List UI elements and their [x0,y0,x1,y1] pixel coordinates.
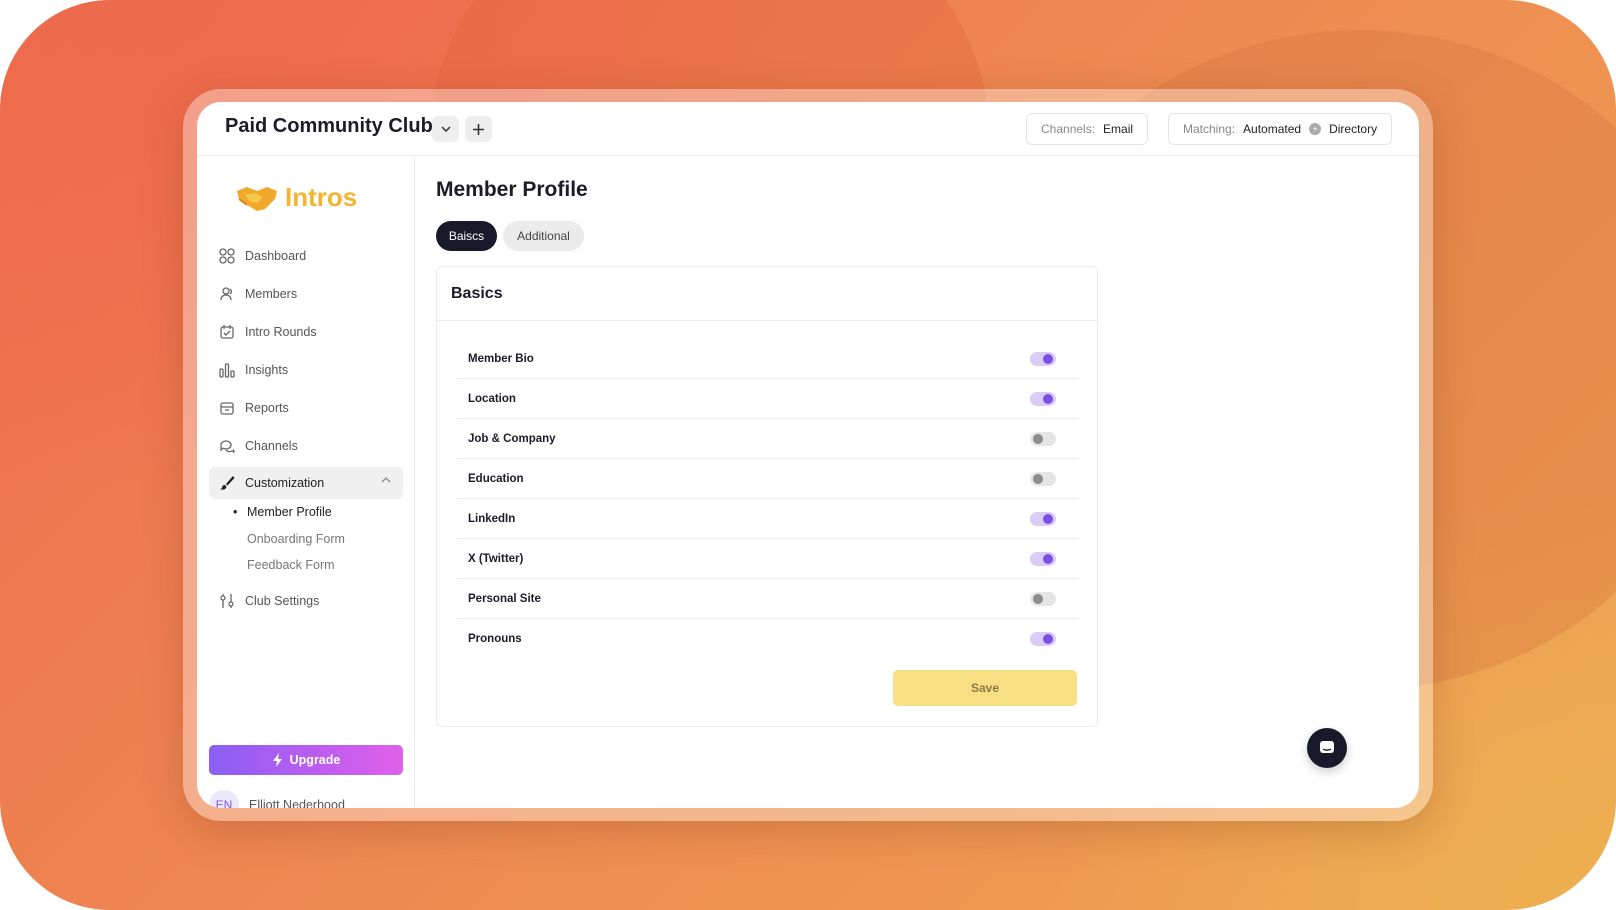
grid-icon [219,248,235,264]
sidebar-item-customization[interactable]: Customization [209,467,403,499]
field-row-linkedin: LinkedIn [457,499,1078,539]
matching-value-directory: Directory [1329,122,1378,136]
education-toggle[interactable] [1030,472,1056,486]
sidebar-item-members[interactable]: Members [209,278,403,310]
main-content: Member Profile Baiscs Additional Basics … [415,156,1419,808]
field-label: Member Bio [468,352,534,365]
calendar-icon [220,325,234,339]
channels-label: Channels: [1041,122,1096,136]
save-button[interactable]: Save [893,670,1077,706]
sidebar-item-label: Dashboard [245,249,307,263]
handshake-icon [237,186,277,211]
chevron-up-icon[interactable] [381,477,391,483]
matching-pill[interactable]: Matching: Automated + Directory [1168,113,1393,145]
sidebar-item-club-settings[interactable]: Club Settings [209,585,403,617]
field-label: Personal Site [468,592,541,605]
page-title: Member Profile [436,178,588,201]
sidebar-item-label: Customization [245,476,325,490]
sidebar-item-insights[interactable]: Insights [209,354,403,386]
app-window: Paid Community Club Channels: Email Matc… [197,102,1419,808]
logo-text: Intros [285,182,358,212]
user-profile[interactable]: EN Elliott Nederhood [209,790,345,808]
top-bar: Paid Community Club Channels: Email Matc… [197,102,1419,156]
basics-card: Basics Member Bio Location Job & Company… [436,266,1098,727]
add-club-button[interactable] [465,116,492,142]
job-company-toggle[interactable] [1030,432,1056,446]
sidebar-item-label: Club Settings [245,594,320,608]
upgrade-label: Upgrade [289,753,341,767]
plus-circle-icon: + [1309,123,1322,135]
sidebar-item-label: Reports [245,401,289,415]
sidebar-item-label: Insights [245,363,289,377]
plus-icon [473,123,484,135]
bar-chart-icon [219,363,235,378]
field-label: LinkedIn [468,512,516,525]
field-row-member-bio: Member Bio [457,339,1078,379]
field-label: Education [468,472,524,485]
field-row-pronouns: Pronouns [457,619,1078,659]
report-icon [220,402,234,415]
member-bio-toggle[interactable] [1030,352,1056,366]
field-label: Job & Company [468,432,556,445]
chat-bubbles-icon [220,440,235,454]
linkedin-toggle[interactable] [1030,512,1056,526]
field-row-education: Education [457,459,1078,499]
field-label: Pronouns [468,633,522,645]
sidebar-item-channels[interactable]: Channels [209,430,403,462]
avatar: EN [209,790,239,808]
pronouns-toggle[interactable] [1030,632,1056,646]
sidebar-item-dashboard[interactable]: Dashboard [209,240,403,272]
sub-item-feedback-form[interactable]: Feedback Form [247,558,335,572]
sidebar-item-intro-rounds[interactable]: Intro Rounds [209,316,403,348]
matching-value-automated: Automated [1243,122,1302,136]
matching-label: Matching: [1183,122,1236,136]
brush-icon [220,476,235,490]
field-label: Location [468,392,516,405]
sidebar-item-label: Intro Rounds [245,325,317,339]
location-toggle[interactable] [1030,392,1056,406]
upgrade-button[interactable]: Upgrade [209,745,403,775]
chevron-down-icon [440,126,451,132]
twitter-toggle[interactable] [1030,552,1056,566]
sidebar-item-label: Members [245,287,298,301]
field-row-location: Location [457,379,1078,419]
club-dropdown-button[interactable] [432,116,459,142]
user-name: Elliott Nederhood [249,798,345,808]
chat-button[interactable] [1307,728,1347,768]
sidebar: Intros Dashboard Members Intro Rounds In… [197,156,415,808]
tab-additional[interactable]: Additional [503,221,584,251]
field-row-twitter: X (Twitter) [457,539,1078,579]
personal-site-toggle[interactable] [1030,592,1056,606]
users-icon [220,287,232,301]
intros-logo[interactable]: Intros [235,182,357,213]
card-title: Basics [437,267,1097,321]
club-title: Paid Community Club [225,115,433,137]
sub-item-onboarding-form[interactable]: Onboarding Form [247,532,345,546]
sliders-icon [220,594,234,608]
lightning-icon [272,753,282,767]
field-row-personal-site: Personal Site [457,579,1078,619]
field-label: X (Twitter) [468,552,524,565]
channels-value: Email [1103,122,1134,136]
channels-pill[interactable]: Channels: Email [1026,113,1149,145]
chat-icon [1320,741,1334,753]
sub-item-member-profile[interactable]: Member Profile [233,505,332,519]
sidebar-item-label: Channels [245,439,298,453]
sidebar-item-reports[interactable]: Reports [209,392,403,424]
field-row-job-company: Job & Company [457,419,1078,459]
tab-basics[interactable]: Baiscs [436,221,497,251]
